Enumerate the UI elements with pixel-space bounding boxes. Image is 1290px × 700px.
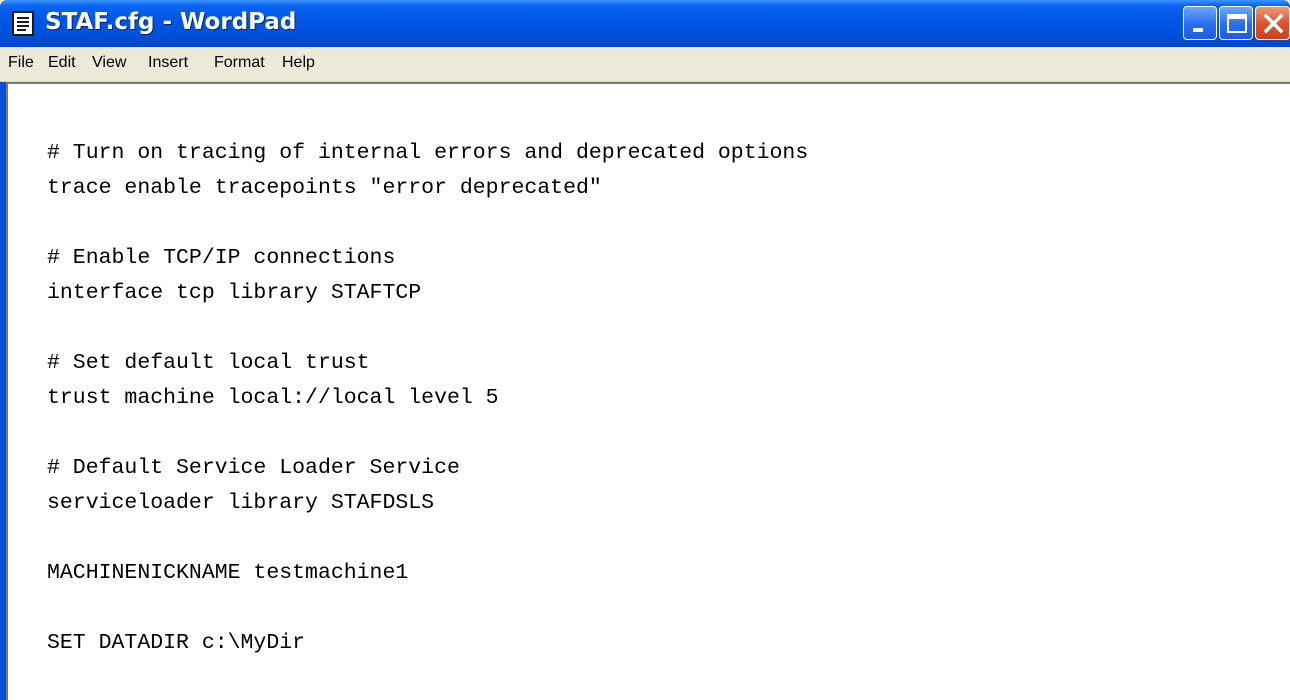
maximize-button[interactable]: [1219, 6, 1253, 40]
window-title: STAF.cfg - WordPad: [45, 9, 297, 35]
document-line: trace enable tracepoints "error deprecat…: [47, 176, 602, 200]
close-button[interactable]: [1255, 6, 1290, 40]
close-icon: [1263, 13, 1284, 34]
menu-bar: File Edit View Insert Format Help: [0, 47, 1290, 82]
document-line: MACHINENICKNAME testmachine1: [47, 561, 409, 585]
document-line: serviceloader library STAFDSLS: [47, 491, 435, 515]
minimize-button[interactable]: [1183, 6, 1217, 40]
wordpad-document-icon[interactable]: [12, 11, 36, 37]
maximize-icon: [1227, 14, 1247, 33]
minimize-icon: [1193, 28, 1203, 32]
menu-file[interactable]: File: [8, 54, 34, 72]
wordpad-window: STAF.cfg - WordPad File Edit View Insert…: [0, 0, 1290, 700]
document-line: # Enable TCP/IP connections: [47, 246, 396, 270]
menu-view[interactable]: View: [92, 54, 126, 72]
document-line: interface tcp library STAFTCP: [47, 281, 422, 305]
document-line: # Default Service Loader Service: [47, 456, 460, 480]
document-line: # Turn on tracing of internal errors and…: [47, 141, 809, 165]
document-line: SET DATADIR c:\MyDir: [47, 631, 306, 655]
menu-format[interactable]: Format: [214, 54, 265, 72]
document-text[interactable]: # Turn on tracing of internal errors and…: [47, 136, 808, 661]
menu-help[interactable]: Help: [282, 54, 315, 72]
menu-edit[interactable]: Edit: [48, 54, 76, 72]
menu-insert[interactable]: Insert: [148, 54, 188, 72]
document-line: trust machine local://local level 5: [47, 386, 499, 410]
title-bar[interactable]: STAF.cfg - WordPad: [0, 0, 1290, 47]
document-line: # Set default local trust: [47, 351, 370, 375]
